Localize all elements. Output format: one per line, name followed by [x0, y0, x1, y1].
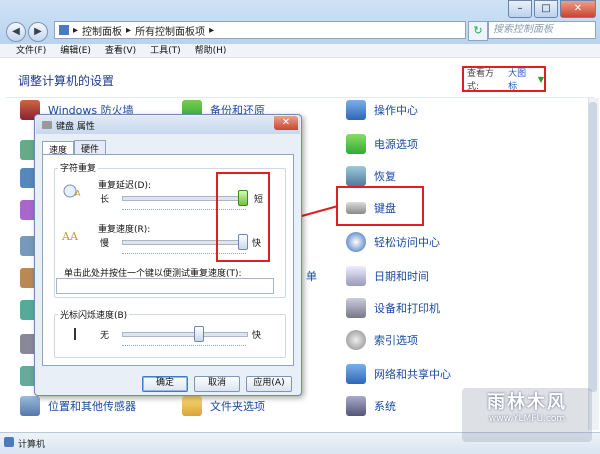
cursor-blink-min-label: 无: [100, 331, 110, 341]
dialog-title-bar: 键盘 属性: [36, 116, 300, 134]
control-panel-icon: [59, 25, 69, 35]
watermark-logo: 雨林木风 www.YLMFU.com: [462, 388, 592, 442]
printer-icon: [346, 298, 366, 318]
item-recovery[interactable]: 恢复: [346, 166, 396, 186]
close-button[interactable]: ✕: [560, 0, 596, 18]
dialog-title: 键盘 属性: [56, 121, 95, 132]
item-ease-of-access[interactable]: 轻松访问中心: [346, 232, 440, 252]
nav-buttons: ◀ ▶: [6, 22, 48, 42]
page-title: 调整计算机的设置: [18, 74, 115, 88]
magnifier-icon: [346, 330, 366, 350]
repeat-delay-min-label: 长: [100, 195, 110, 205]
recovery-icon: [346, 166, 366, 186]
annotation-keyboard-box: [336, 186, 424, 226]
view-by-value[interactable]: 大图标: [508, 66, 534, 92]
ok-button[interactable]: 确定: [142, 376, 188, 392]
cursor-blink-slider-thumb[interactable]: [193, 326, 204, 342]
item-folder-options[interactable]: 文件夹选项: [182, 396, 265, 416]
char-repeat-label: 字符重复: [58, 161, 99, 174]
item-partial-label[interactable]: 单: [306, 268, 317, 284]
folder-icon: [182, 396, 202, 416]
computer-icon: [4, 437, 14, 447]
item-indexing-options[interactable]: 索引选项: [346, 330, 418, 350]
menu-bar: 文件(F) 编辑(E) 查看(V) 工具(T) 帮助(H): [0, 44, 600, 58]
watermark-url: www.YLMFU.com: [488, 414, 566, 424]
repeat-rate-icon: AA: [61, 228, 86, 243]
repeat-delay-label: 重复延迟(D):: [98, 181, 151, 191]
flag-icon: [346, 100, 366, 120]
breadcrumb-separator-icon: ▸: [126, 24, 132, 36]
back-button[interactable]: ◀: [6, 22, 26, 42]
chevron-down-icon[interactable]: ▼: [538, 75, 544, 84]
view-by-label: 查看方式:: [467, 69, 495, 92]
svg-text:AA: AA: [62, 230, 79, 242]
sensor-icon: [20, 396, 40, 416]
network-icon: [346, 364, 366, 384]
repeat-delay-icon: A: [62, 182, 84, 198]
cancel-button[interactable]: 取消: [194, 376, 240, 392]
breadcrumb-all-items[interactable]: 所有控制面板项: [135, 23, 205, 38]
item-location-sensors[interactable]: 位置和其他传感器: [20, 396, 136, 416]
repeat-rate-min-label: 慢: [100, 239, 110, 249]
item-date-time[interactable]: 日期和时间: [346, 266, 429, 286]
search-input[interactable]: 搜索控制面板: [488, 21, 596, 39]
menu-view[interactable]: 查看(V): [105, 44, 136, 57]
repeat-rate-label: 重复速度(R):: [98, 225, 151, 235]
breadcrumb-separator-icon: ▸: [209, 24, 215, 36]
annotation-slider-box: [216, 172, 270, 262]
minimize-button[interactable]: –: [508, 0, 532, 18]
item-network-sharing[interactable]: 网络和共享中心: [346, 364, 451, 384]
item-power-options[interactable]: 电源选项: [346, 134, 418, 154]
repeat-test-input[interactable]: [56, 278, 274, 294]
cursor-blink-label: 光标闪烁速度(B): [58, 308, 130, 321]
scrollbar-thumb[interactable]: [589, 102, 597, 392]
svg-text:A: A: [75, 189, 81, 198]
status-text: 计算机: [18, 440, 46, 450]
menu-edit[interactable]: 编辑(E): [60, 44, 91, 57]
window-controls: – □ ✕: [508, 0, 596, 18]
power-icon: [346, 134, 366, 154]
forward-button[interactable]: ▶: [28, 22, 48, 42]
item-system[interactable]: 系统: [346, 396, 396, 416]
breadcrumb-control-panel[interactable]: 控制面板: [82, 23, 122, 38]
menu-help[interactable]: 帮助(H): [195, 44, 227, 57]
refresh-icon[interactable]: ↻: [468, 21, 488, 41]
dialog-close-button[interactable]: ✕: [274, 116, 298, 130]
accessibility-icon: [346, 232, 366, 252]
cursor-blink-ticks: [122, 342, 246, 346]
cursor-blink-max-label: 快: [252, 331, 262, 341]
computer-icon: [346, 396, 366, 416]
menu-tools[interactable]: 工具(T): [150, 44, 181, 57]
breadcrumb-separator-icon: ▸: [73, 24, 79, 36]
view-by-selector[interactable]: 查看方式: 大图标 ▼: [462, 66, 546, 92]
header-divider: [6, 97, 594, 98]
menu-file[interactable]: 文件(F): [16, 44, 46, 57]
address-bar[interactable]: ▸ 控制面板 ▸ 所有控制面板项 ▸: [54, 21, 466, 39]
calendar-icon: [346, 266, 366, 286]
cursor-icon: [74, 328, 76, 340]
maximize-button[interactable]: □: [534, 0, 558, 18]
item-devices-printers[interactable]: 设备和打印机: [346, 298, 440, 318]
item-action-center[interactable]: 操作中心: [346, 100, 418, 120]
watermark-name: 雨林木风: [487, 392, 567, 413]
keyboard-icon: [42, 121, 52, 129]
apply-button[interactable]: 应用(A): [246, 376, 292, 392]
cursor-blink-track[interactable]: [122, 332, 248, 337]
